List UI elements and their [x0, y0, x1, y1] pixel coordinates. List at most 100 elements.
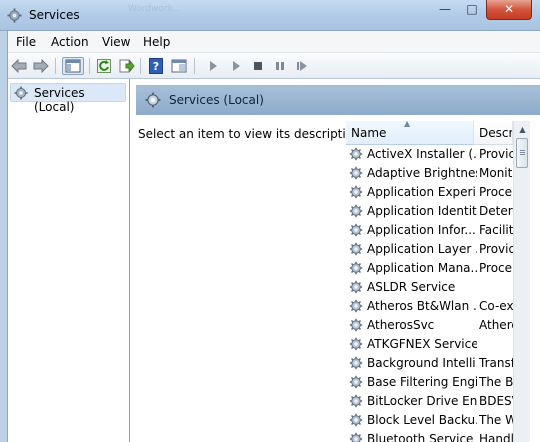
service-gear-icon: [349, 356, 363, 373]
service-description: Athero: [479, 318, 513, 332]
toolbar-separator: [194, 58, 195, 74]
service-name: ASLDR Service: [367, 280, 456, 294]
column-header-name-label: Name: [351, 126, 387, 140]
details-pane: Services (Local) Select an item to view …: [130, 79, 540, 442]
service-gear-icon: [349, 242, 363, 259]
table-row[interactable]: ASLDR Service: [346, 278, 513, 297]
service-description: Proce: [479, 261, 513, 275]
service-name: Adaptive Brightness: [367, 166, 477, 180]
service-name: Block Level Backu...: [367, 413, 477, 427]
service-gear-icon: [349, 204, 363, 221]
service-name: BitLocker Drive En...: [367, 394, 477, 408]
minimize-button[interactable]: —: [432, 0, 458, 20]
menu-help[interactable]: Help: [143, 35, 170, 49]
description-text: Select an item to view its description.: [138, 127, 365, 141]
show-hide-console-tree-icon[interactable]: [62, 57, 84, 75]
service-description: Provic: [479, 147, 513, 161]
service-description: Facilit: [479, 223, 513, 237]
service-gear-icon: [349, 394, 363, 411]
table-row[interactable]: Application Experi... Proce: [346, 183, 513, 202]
sort-ascending-icon: ▲: [404, 121, 411, 128]
services-gear-icon: [14, 86, 28, 100]
service-name: Application Experi...: [367, 185, 477, 199]
service-gear-icon: [349, 318, 363, 335]
refresh-icon[interactable]: [95, 57, 113, 75]
vertical-scrollbar[interactable]: ▲: [513, 121, 530, 442]
table-row[interactable]: ATKGFNEX Service: [346, 335, 513, 354]
column-header-description[interactable]: Descri: [474, 121, 513, 145]
table-row[interactable]: Application Layer ... Provid: [346, 240, 513, 259]
table-row[interactable]: Background Intelli... Transf: [346, 354, 513, 373]
service-name: ActiveX Installer (...: [367, 147, 477, 161]
service-description: Handl: [479, 432, 513, 442]
restart-service-icon[interactable]: [293, 57, 311, 75]
pause-service-icon[interactable]: [271, 57, 289, 75]
service-name: Bluetooth Service: [367, 432, 474, 442]
service-description: The W: [479, 413, 513, 427]
service-description: Transf: [479, 356, 513, 370]
menu-action[interactable]: Action: [51, 35, 89, 49]
service-description: Detern: [479, 204, 513, 218]
stop-service-icon[interactable]: [249, 57, 267, 75]
table-row[interactable]: BitLocker Drive En...BDESV: [346, 392, 513, 411]
maximize-button[interactable]: □: [459, 0, 485, 20]
table-row[interactable]: Application Infor... Facilit: [346, 221, 513, 240]
service-name: Background Intelli...: [367, 356, 477, 370]
service-gear-icon: [349, 147, 363, 164]
service-name: AtherosSvc: [367, 318, 435, 332]
column-header-description-label: Descri: [479, 126, 513, 140]
back-arrow-icon[interactable]: [10, 57, 28, 75]
start-service-icon[interactable]: [204, 57, 222, 75]
table-row[interactable]: Application IdentityDetern: [346, 202, 513, 221]
table-row[interactable]: Atheros Bt&Wlan ... Co-ex: [346, 297, 513, 316]
console-tree: Services (Local): [8, 79, 130, 442]
start-service-2-icon[interactable]: [227, 57, 245, 75]
window-client-area: File Action View Help ? Services (Local)…: [7, 31, 540, 442]
service-name: ATKGFNEX Service: [367, 337, 477, 351]
service-name: Atheros Bt&Wlan ...: [367, 299, 477, 313]
window-frame: [0, 31, 7, 442]
window-title: Services: [29, 8, 80, 22]
title-bar[interactable]: Services Wordwork... — □ ✕: [0, 0, 540, 31]
services-gear-icon: [7, 8, 22, 23]
table-row[interactable]: Application Mana... Proce: [346, 259, 513, 278]
toolbar-separator: [55, 58, 56, 74]
service-name: Base Filtering Engi...: [367, 375, 477, 389]
grip-line: [520, 152, 525, 153]
help-icon[interactable]: ?: [147, 57, 165, 75]
service-description: Provid: [479, 242, 513, 256]
tree-item-services-local[interactable]: Services (Local): [10, 83, 126, 114]
close-button[interactable]: ✕: [486, 0, 532, 20]
menu-file[interactable]: File: [16, 35, 36, 49]
service-name: Application Mana...: [367, 261, 477, 275]
grip-line: [520, 154, 525, 155]
service-gear-icon: [349, 375, 363, 392]
table-row[interactable]: AtherosSvc Athero: [346, 316, 513, 335]
column-header-name[interactable]: ▲ Name: [346, 121, 474, 145]
service-gear-icon: [349, 223, 363, 240]
svg-text:?: ?: [153, 60, 159, 73]
service-gear-icon: [349, 261, 363, 278]
service-gear-icon: [349, 337, 363, 354]
scroll-up-icon[interactable]: ▲: [514, 121, 531, 138]
table-row[interactable]: Adaptive Brightness Monit: [346, 164, 513, 183]
service-name: Application Infor...: [367, 223, 476, 237]
table-row[interactable]: Block Level Backu... The W: [346, 411, 513, 430]
service-gear-icon: [349, 299, 363, 316]
pane-header: Services (Local): [136, 85, 540, 115]
list-rows: ActiveX Installer (... Provic Adaptive Bri…: [346, 145, 513, 442]
export-list-icon[interactable]: [118, 57, 136, 75]
table-row[interactable]: Bluetooth Service Handl: [346, 430, 513, 442]
service-description: BDESV: [479, 394, 513, 408]
scrollbar-thumb[interactable]: [516, 138, 528, 168]
properties-pane-icon[interactable]: [170, 57, 188, 75]
service-description: Monit: [479, 166, 513, 180]
table-row[interactable]: Base Filtering Engi...The B: [346, 373, 513, 392]
service-gear-icon: [349, 432, 363, 442]
service-gear-icon: [349, 413, 363, 430]
toolbar-separator: [140, 58, 141, 74]
table-row[interactable]: ActiveX Installer (... Provic: [346, 145, 513, 164]
forward-arrow-icon[interactable]: [32, 57, 50, 75]
services-list: ▲ Name Descri ActiveX Installer (... Prov…: [346, 121, 540, 442]
menu-view[interactable]: View: [102, 35, 130, 49]
